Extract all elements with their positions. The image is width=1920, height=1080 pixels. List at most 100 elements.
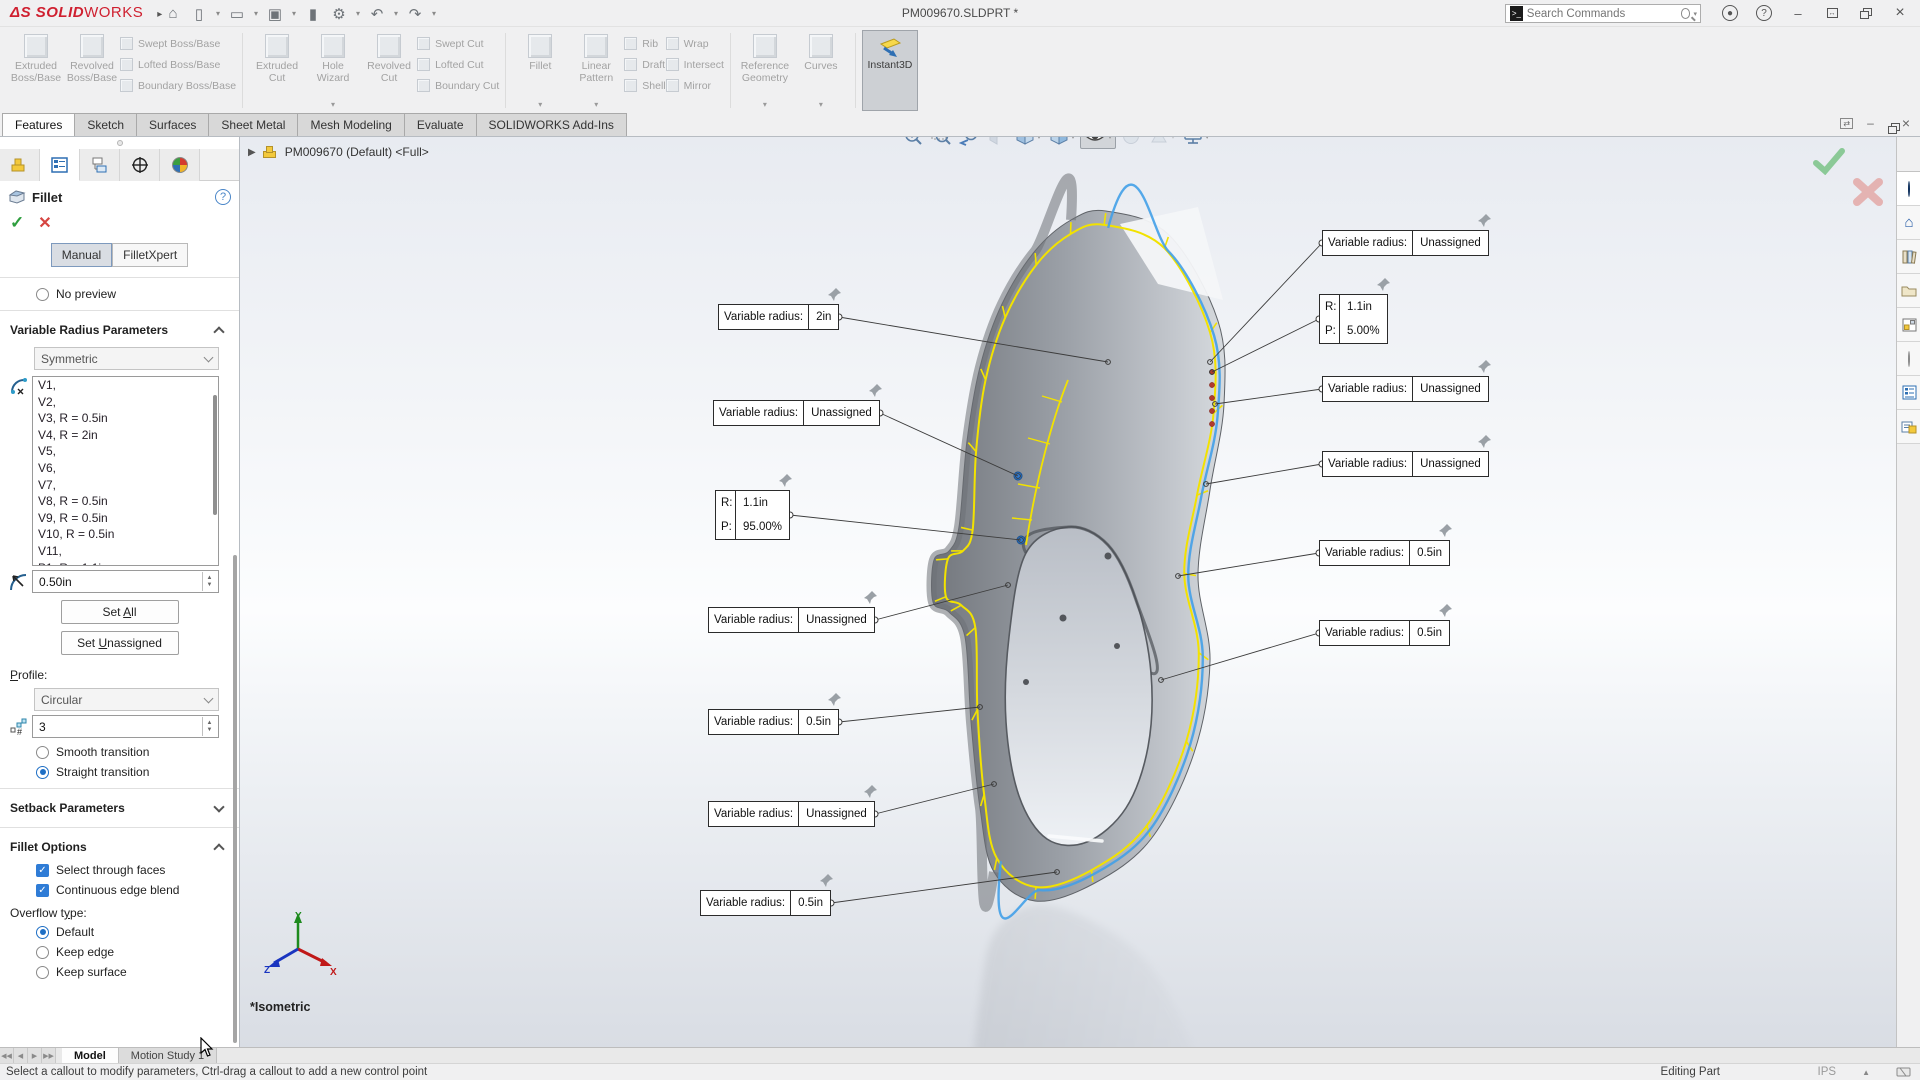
list-item[interactable]: V6, — [33, 460, 218, 477]
callout-variable-radius[interactable]: Variable radius: 0.5in — [1319, 524, 1452, 566]
radius-spinner[interactable]: ▲ ▼ — [202, 572, 216, 591]
display-style-button[interactable]: ▾ — [1046, 137, 1078, 149]
doc-close-icon[interactable]: × — [1902, 115, 1910, 131]
hide-show-button[interactable]: ▾ — [1080, 137, 1117, 149]
radius-input[interactable]: 0.50in ▲ ▼ — [32, 570, 219, 593]
pin-icon[interactable] — [863, 784, 878, 799]
callout-value[interactable]: 95.00% — [736, 515, 789, 539]
draft-button[interactable]: Draft — [624, 57, 665, 72]
filletxpert-mode-button[interactable]: FilletXpert — [112, 243, 189, 267]
tab-features[interactable]: Features — [2, 113, 76, 136]
dimxpert-manager-tab[interactable] — [120, 149, 160, 181]
keep-surface-radio[interactable]: Keep surface — [0, 962, 239, 982]
window-select-icon[interactable]: ⇄ — [1840, 117, 1854, 129]
dropdown-icon[interactable]: ▾ — [428, 3, 440, 25]
pm-ok-button[interactable]: ✓ — [10, 213, 24, 233]
new-document-icon[interactable]: ▯ — [186, 3, 212, 25]
fillet-options-header[interactable]: Fillet Options — [0, 834, 239, 860]
curves-button[interactable]: Curves ▾ — [793, 30, 849, 111]
callout-value[interactable]: Unassigned — [799, 608, 874, 632]
section-view-button[interactable] — [984, 137, 1010, 149]
undo-icon[interactable]: ↶ — [364, 3, 390, 25]
dropdown-icon[interactable]: ▾ — [763, 100, 767, 109]
tab-evaluate[interactable]: Evaluate — [403, 113, 477, 136]
restore-icon[interactable] — [1852, 2, 1880, 24]
feature-manager-tab[interactable] — [0, 149, 40, 181]
list-item[interactable]: V7, — [33, 477, 218, 494]
save-icon[interactable]: ▣ — [262, 3, 288, 25]
tab-solidworks-add-ins[interactable]: SOLIDWORKS Add-Ins — [475, 113, 627, 136]
revolved-boss/base-button[interactable]: Revolved Boss/Base — [64, 30, 120, 111]
display-manager-tab[interactable] — [160, 149, 200, 181]
list-item[interactable]: V5, — [33, 443, 218, 460]
edit-appearance-button[interactable] — [1118, 137, 1144, 149]
minimize-icon[interactable]: – — [1784, 2, 1812, 24]
tab-surfaces[interactable]: Surfaces — [136, 113, 210, 136]
redo-icon[interactable]: ↷ — [402, 3, 428, 25]
dropdown-icon[interactable]: ▾ — [1108, 137, 1112, 141]
tab-mesh-modeling[interactable]: Mesh Modeling — [297, 113, 405, 136]
pin-icon[interactable] — [1376, 277, 1391, 292]
file-explorer-tab[interactable] — [1897, 274, 1920, 308]
pin-icon[interactable] — [1438, 523, 1453, 538]
list-item[interactable]: V1, — [33, 377, 218, 394]
variable-radius-parameters-header[interactable]: Variable Radius Parameters — [0, 317, 239, 343]
callout-variable-radius[interactable]: Variable radius: 0.5in — [700, 874, 833, 916]
doc-minimize-icon[interactable]: – — [1867, 116, 1874, 130]
list-item[interactable]: V3, R = 0.5in — [33, 410, 218, 427]
dropdown-icon[interactable]: ▾ — [390, 3, 402, 25]
tag-icon[interactable] — [1896, 1066, 1912, 1078]
property-manager-tab[interactable] — [40, 149, 80, 181]
callout-value[interactable]: 2in — [809, 305, 838, 329]
dropdown-icon[interactable]: ▾ — [288, 3, 300, 25]
callout-variable-radius[interactable]: Variable radius: Unassigned — [1322, 360, 1491, 402]
pin-icon[interactable] — [819, 873, 834, 888]
panel-splitter-grip[interactable] — [0, 137, 239, 149]
previous-view-button[interactable] — [956, 137, 982, 149]
callout-variable-radius[interactable]: Variable radius: 0.5in — [708, 693, 841, 735]
shell-button[interactable]: Shell — [624, 78, 666, 93]
list-scrollbar[interactable] — [213, 395, 217, 515]
mirror-button[interactable]: Mirror — [665, 78, 724, 93]
list-item[interactable]: V8, R = 0.5in — [33, 493, 218, 510]
callout-radius-position[interactable]: R: 1.1in P: 5.00% — [1319, 278, 1390, 344]
graphics-area[interactable]: ▶ PM009670 (Default) <Full> ▾ ▾ ▾ ▾ ▾ Variab… — [240, 137, 1896, 1047]
pin-icon[interactable] — [1477, 213, 1492, 228]
zoom-area-button[interactable] — [928, 137, 954, 149]
expand-tree-icon[interactable]: ▶ — [248, 147, 256, 158]
callout-variable-radius[interactable]: Variable radius: Unassigned — [708, 591, 877, 633]
search-commands-box[interactable]: >_ ▾ — [1505, 4, 1701, 23]
dropdown-icon[interactable]: ▾ — [819, 100, 823, 109]
home-tab[interactable]: ⌂ — [1897, 206, 1920, 240]
callout-value[interactable]: 0.5in — [1410, 621, 1449, 645]
tab-sheet-metal[interactable]: Sheet Metal — [208, 113, 299, 136]
zoom-fit-button[interactable] — [900, 137, 926, 149]
manual-mode-button[interactable]: Manual — [50, 243, 113, 267]
callout-value[interactable]: 1.1in — [1340, 295, 1379, 319]
setback-parameters-header[interactable]: Setback Parameters — [0, 795, 239, 821]
view-settings-button[interactable]: ▾ — [1180, 137, 1212, 149]
open-icon[interactable]: ▭ — [224, 3, 250, 25]
feature-breadcrumb[interactable]: ▶ PM009670 (Default) <Full> — [248, 145, 429, 159]
instances-input[interactable]: 3 ▲ ▼ — [32, 715, 219, 738]
view-palette-tab[interactable] — [1897, 308, 1920, 342]
design-library-tab[interactable] — [1897, 240, 1920, 274]
next-tab-icon[interactable]: ▶ — [28, 1048, 42, 1063]
dropdown-icon[interactable]: ▾ — [538, 100, 542, 109]
first-tab-icon[interactable]: ◀◀ — [0, 1048, 14, 1063]
straight-transition-radio[interactable]: Straight transition — [0, 762, 239, 782]
sheet-tab-model[interactable]: Model — [62, 1048, 119, 1063]
callout-variable-radius[interactable]: Variable radius: 0.5in — [1319, 604, 1452, 646]
resources-tab[interactable] — [1897, 410, 1920, 444]
pm-help-icon[interactable]: ? — [215, 189, 231, 205]
smooth-transition-radio[interactable]: Smooth transition — [0, 742, 239, 762]
last-tab-icon[interactable]: ▶▶ — [42, 1048, 56, 1063]
set-unassigned-button[interactable]: Set Unassigned — [60, 631, 179, 655]
dropdown-icon[interactable]: ▾ — [250, 3, 262, 25]
callout-value[interactable]: Unassigned — [1413, 452, 1488, 476]
search-dropdown-icon[interactable]: ▾ — [1693, 10, 1697, 18]
apply-scene-button[interactable]: ▾ — [1146, 137, 1178, 149]
no-preview-radio[interactable]: No preview — [0, 284, 239, 304]
threedexperience-tab[interactable] — [1897, 172, 1920, 206]
pin-icon[interactable] — [1477, 434, 1492, 449]
